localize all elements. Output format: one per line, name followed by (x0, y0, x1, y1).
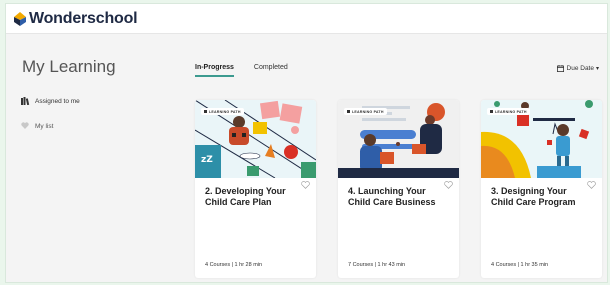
brand-name[interactable]: Wonderschool (29, 10, 138, 28)
course-card[interactable]: LEARNING PATH 4. Launching Your Child Ca… (338, 100, 459, 278)
card-title[interactable]: 2. Developing Your Child Care Plan (205, 186, 297, 208)
tab-completed[interactable]: Completed (254, 64, 288, 77)
sidebar: My Learning Assigned to me My list (6, 34, 176, 282)
wonderschool-logo-icon[interactable] (14, 11, 26, 26)
sidebar-item-label: My list (35, 122, 54, 130)
chevron-down-icon: ▾ (595, 66, 599, 72)
heart-icon (21, 122, 30, 130)
card-title[interactable]: 3. Designing Your Child Care Program (491, 186, 583, 208)
path-icon (347, 110, 350, 113)
favorite-heart-icon[interactable] (301, 181, 310, 189)
card-meta: 4 Courses | 1 hr 35 min (491, 262, 549, 268)
card-meta: 4 Courses | 1 hr 28 min (205, 262, 263, 268)
course-card[interactable]: LEARNING PATH 3. Designing Your Child Ca… (481, 100, 602, 278)
tab-in-progress[interactable]: In-Progress (195, 64, 234, 77)
learning-path-badge: LEARNING PATH (201, 108, 244, 115)
sort-label: Due Date (566, 65, 594, 72)
sidebar-item-label: Assigned to me (35, 97, 80, 105)
course-card[interactable]: zZ LEARNING PATH 2. Developing Your Chil… (195, 100, 316, 278)
favorite-heart-icon[interactable] (587, 181, 596, 189)
learning-path-badge: LEARNING PATH (487, 108, 530, 115)
path-icon (490, 110, 493, 113)
card-meta: 7 Courses | 1 hr 43 min (348, 262, 406, 268)
learning-path-badge: LEARNING PATH (344, 108, 387, 115)
path-icon (204, 110, 207, 113)
favorite-heart-icon[interactable] (444, 181, 453, 189)
app-window: Wonderschool My Learning Assigned to me … (5, 3, 608, 283)
page-title: My Learning (22, 57, 116, 76)
sidebar-item-assigned-to-me[interactable]: Assigned to me (21, 97, 80, 105)
calendar-icon (556, 65, 564, 72)
tab-bar: In-Progress Completed (195, 64, 308, 77)
books-icon (21, 97, 30, 105)
top-bar: Wonderschool (6, 4, 607, 34)
card-title[interactable]: 4. Launching Your Child Care Business (348, 186, 440, 208)
svg-text:zZ: zZ (201, 155, 213, 165)
course-illustration: LEARNING PATH (481, 100, 602, 178)
sort-dropdown[interactable]: Due Date ▾ (556, 65, 599, 72)
course-illustration: zZ LEARNING PATH (195, 100, 316, 178)
sidebar-item-my-list[interactable]: My list (21, 122, 53, 130)
course-illustration: LEARNING PATH (338, 100, 459, 178)
